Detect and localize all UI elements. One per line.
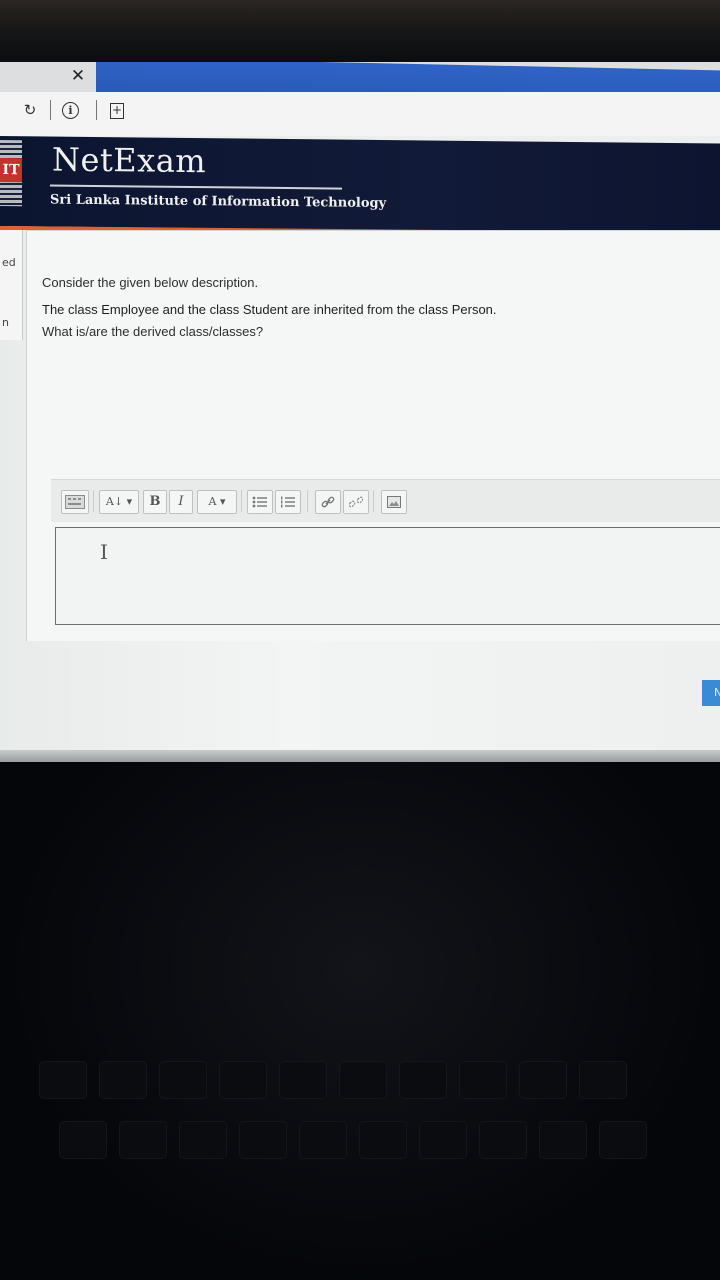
tab-strip: ✕: [0, 62, 720, 115]
brand-title: NetExam: [52, 140, 207, 181]
bold-button[interactable]: B: [143, 490, 167, 514]
keyboard-icon[interactable]: [61, 490, 89, 514]
keyboard-key: [540, 1122, 586, 1158]
text-cursor-icon: I: [100, 540, 108, 564]
toolbar-divider: [373, 490, 374, 512]
keyboard-key: [480, 1122, 526, 1158]
browser-screen: ✕ ↻ i + IT NetExam Sri Lanka Institute o…: [0, 62, 720, 762]
toolbar-divider: [93, 490, 94, 512]
keyboard-key: [280, 1062, 326, 1098]
info-icon[interactable]: i: [62, 102, 82, 122]
toolbar-divider: [96, 100, 97, 120]
text-color-dropdown[interactable]: A ▾: [197, 490, 237, 514]
bullet-list-icon[interactable]: [247, 490, 273, 514]
laptop-keyboard-area: [0, 762, 720, 1280]
font-size-dropdown[interactable]: A↓ ▾: [99, 490, 139, 514]
question-text: Consider the given below description.: [42, 275, 259, 290]
keyboard-key: [300, 1122, 346, 1158]
toolbar-divider: [241, 490, 242, 512]
sliit-logo-letters: IT: [0, 158, 22, 183]
keyboard-key: [40, 1062, 86, 1098]
new-tab-icon[interactable]: +: [110, 103, 130, 123]
question-text: What is/are the derived class/classes?: [42, 324, 264, 339]
image-icon[interactable]: [381, 490, 407, 514]
nav-stub-label[interactable]: ed: [2, 256, 16, 269]
toolbar-divider: [50, 100, 51, 120]
link-icon[interactable]: [315, 490, 341, 514]
address-bar: ↻ i +: [0, 92, 720, 136]
brand-underline: [50, 184, 342, 190]
keyboard-key: [580, 1062, 626, 1098]
keyboard-key: [360, 1122, 406, 1158]
keyboard-key: [160, 1062, 206, 1098]
keyboard-key: [240, 1122, 286, 1158]
italic-button[interactable]: I: [169, 490, 193, 514]
exam-content: ed n Consider the given below descriptio…: [0, 230, 720, 762]
close-tab-icon[interactable]: ✕: [68, 65, 88, 87]
next-button[interactable]: N: [702, 680, 720, 706]
keyboard-key: [120, 1122, 166, 1158]
editor-toolbar: A↓ ▾ B I A ▾: [51, 479, 720, 522]
nav-stub-label[interactable]: n: [2, 316, 9, 329]
keyboard-key: [600, 1122, 646, 1158]
reload-icon[interactable]: ↻: [20, 100, 40, 120]
keyboard-key: [60, 1122, 106, 1158]
info-icon-glyph: i: [62, 102, 79, 119]
toolbar-divider: [307, 490, 308, 512]
keyboard-key: [100, 1062, 146, 1098]
keyboard-key: [340, 1062, 386, 1098]
answer-editor[interactable]: I: [55, 527, 720, 625]
screen-bottom-edge: [0, 750, 720, 762]
institute-name: Sri Lanka Institute of Information Techn…: [50, 192, 387, 212]
numbered-list-icon[interactable]: [275, 490, 301, 514]
keyboard-key: [220, 1062, 266, 1098]
monitor-bezel: [0, 0, 720, 62]
question-panel: Consider the given below description. Th…: [26, 230, 720, 641]
keyboard-key: [460, 1062, 506, 1098]
question-text: The class Employee and the class Student…: [42, 302, 497, 317]
new-tab-icon-glyph: +: [110, 103, 124, 119]
question-nav-stub: ed n: [0, 230, 23, 340]
keyboard-key: [180, 1122, 226, 1158]
unlink-icon[interactable]: [343, 490, 369, 514]
keyboard-key: [420, 1122, 466, 1158]
keyboard-key: [400, 1062, 446, 1098]
keyboard-key: [520, 1062, 566, 1098]
netexam-banner: IT NetExam Sri Lanka Institute of Inform…: [0, 136, 720, 234]
